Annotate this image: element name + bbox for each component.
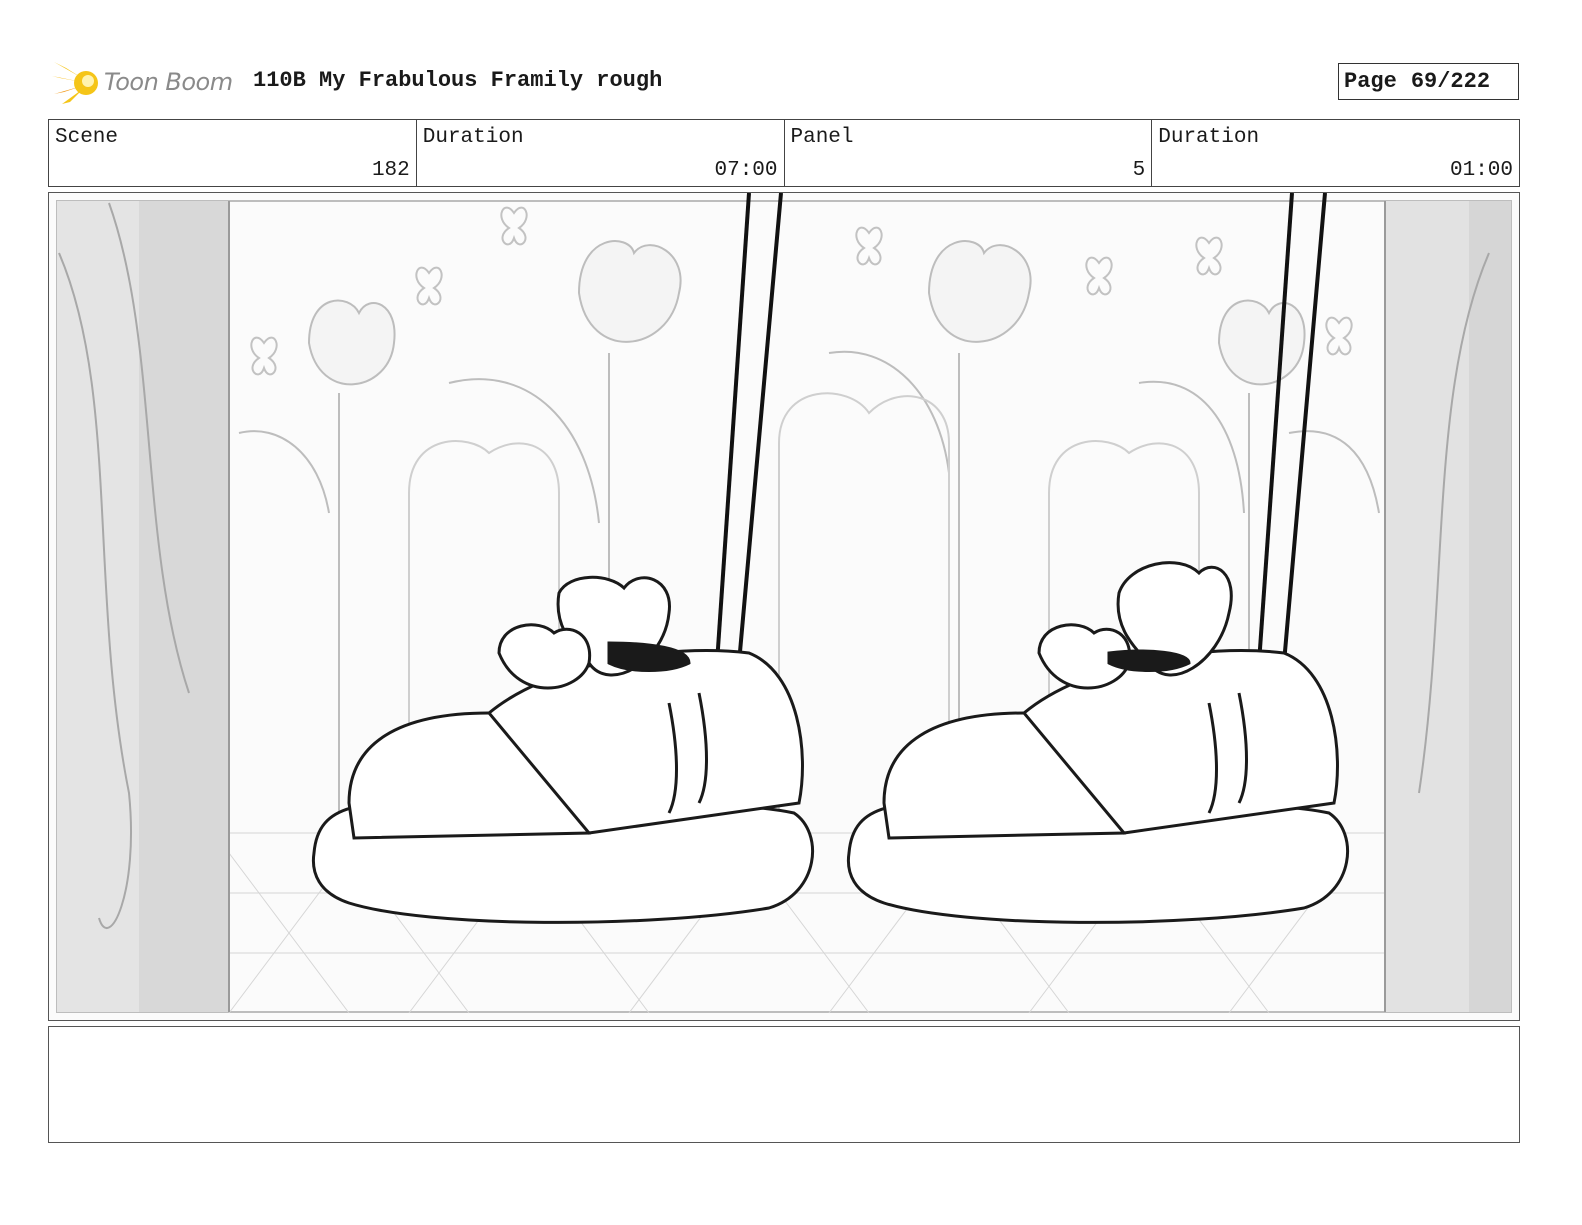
scene-label: Scene — [55, 126, 119, 149]
page-number: 69/222 — [1410, 69, 1491, 94]
panel-info-row: Scene 182 Duration 07:00 Panel 5 Duratio… — [48, 119, 1520, 187]
logo-text: Toon Boom — [104, 68, 233, 96]
panel-cell: Panel 5 — [785, 120, 1153, 186]
left-curtain — [57, 201, 230, 1012]
panel-notes-box — [48, 1026, 1520, 1143]
document-title: 110B My Frabulous Framily rough — [253, 68, 663, 93]
scene-duration-value: 07:00 — [714, 159, 778, 182]
panel-duration-value: 01:00 — [1449, 159, 1513, 182]
panel-value: 5 — [1132, 159, 1146, 182]
scene-duration-cell: Duration 07:00 — [417, 120, 785, 186]
scene-cell: Scene 182 — [49, 120, 417, 186]
page-indicator: Page 69/222 — [1338, 63, 1519, 100]
scene-duration-label: Duration — [422, 126, 524, 149]
storyboard-panel-image — [48, 192, 1520, 1021]
toon-boom-logo: Toon Boom — [52, 58, 233, 106]
scene-value: 182 — [371, 159, 410, 182]
storyboard-sketch — [49, 193, 1519, 1020]
right-curtain — [1384, 201, 1511, 1012]
starburst-icon — [52, 62, 98, 104]
panel-label: Panel — [790, 126, 854, 149]
page-label: Page — [1344, 69, 1397, 94]
panel-duration-label: Duration — [1158, 126, 1260, 149]
panel-duration-cell: Duration 01:00 — [1152, 120, 1519, 186]
